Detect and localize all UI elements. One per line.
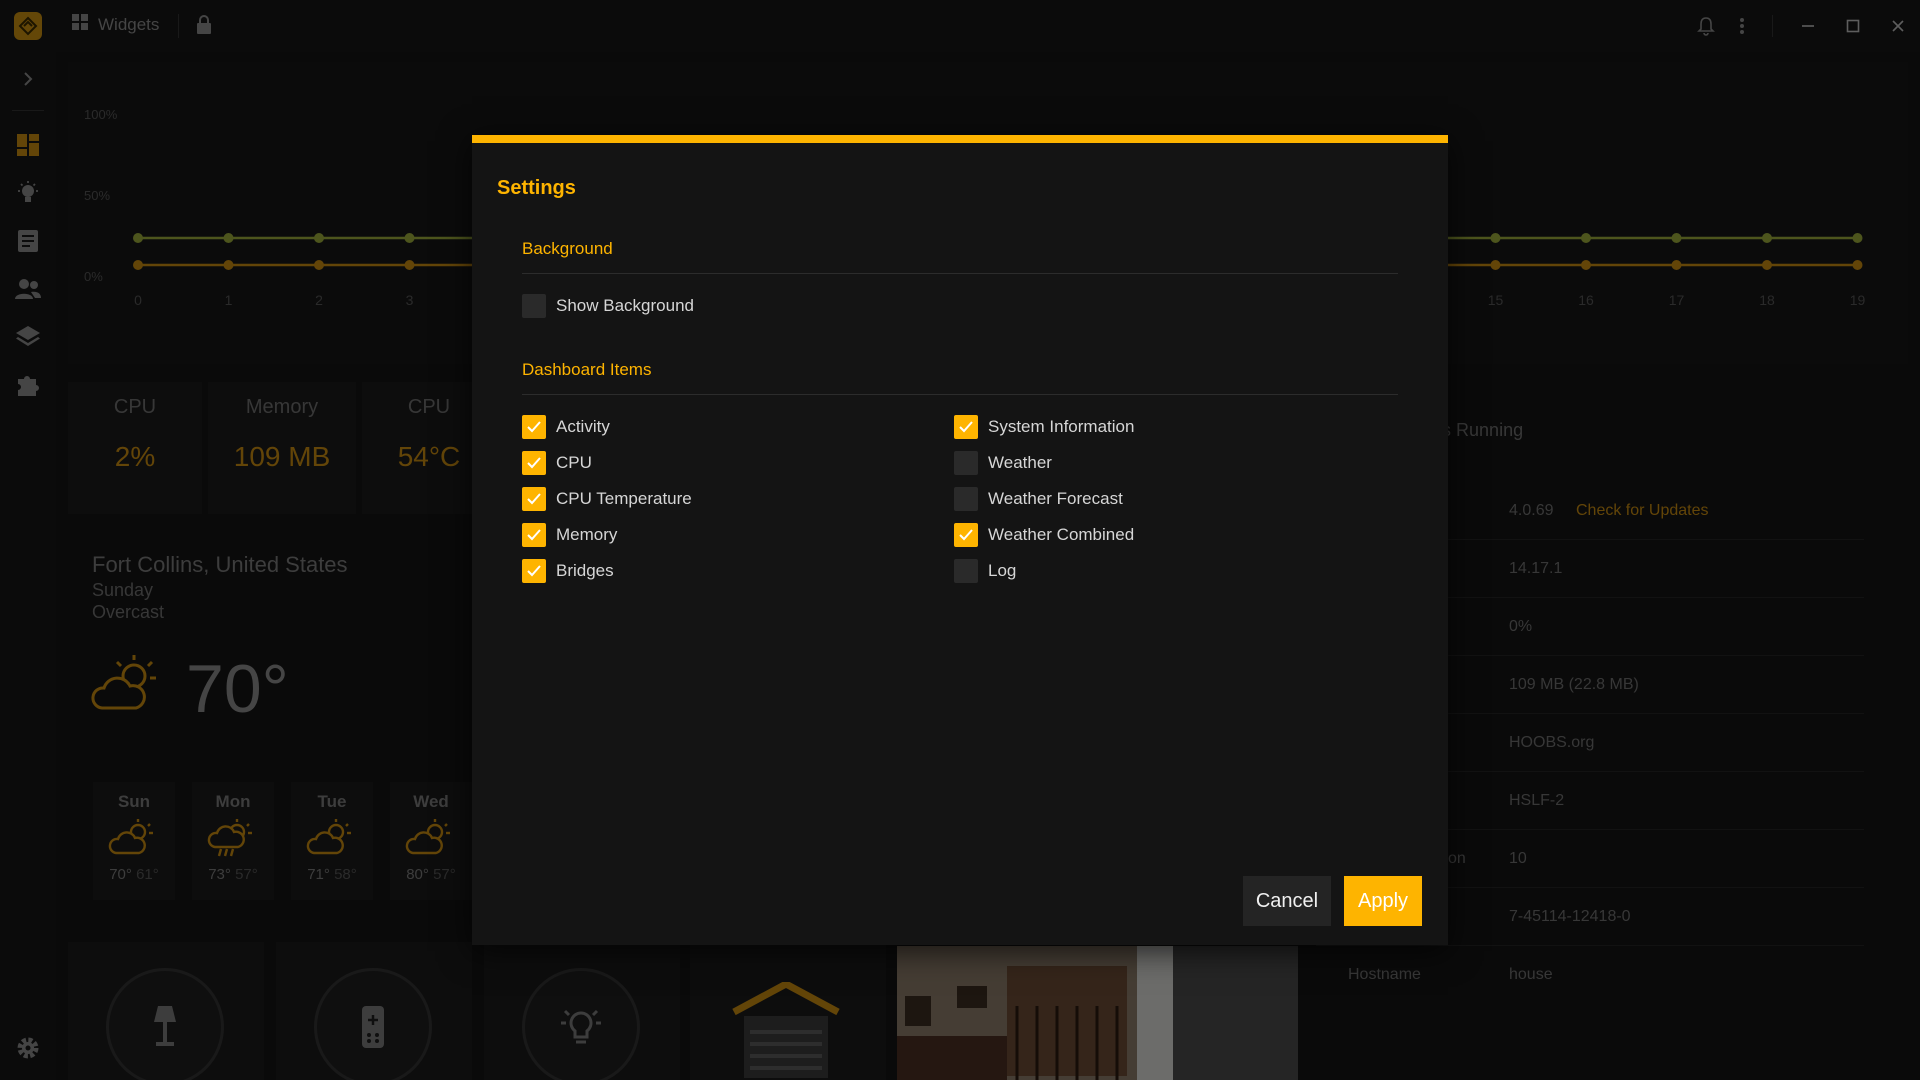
- checkmark-icon[interactable]: [522, 487, 546, 511]
- cpu-temperature-checkbox[interactable]: CPU Temperature: [522, 487, 692, 511]
- section-divider: [522, 273, 1398, 274]
- cpu-checkbox[interactable]: CPU: [522, 451, 592, 475]
- dashboard-items-section-title: Dashboard Items: [522, 360, 652, 379]
- weather-combined-checkbox[interactable]: Weather Combined: [954, 523, 1134, 547]
- checkbox-label: Show Background: [556, 296, 694, 315]
- checkbox-box[interactable]: [954, 451, 978, 475]
- section-divider: [522, 394, 1398, 395]
- show-background-checkbox[interactable]: Show Background: [522, 294, 694, 318]
- checkmark-icon[interactable]: [954, 415, 978, 439]
- checkbox-box[interactable]: [522, 294, 546, 318]
- checkbox-label: CPU: [556, 453, 592, 472]
- checkbox-label: Bridges: [556, 561, 614, 580]
- cancel-button[interactable]: Cancel: [1243, 876, 1331, 926]
- checkmark-icon[interactable]: [522, 559, 546, 583]
- dialog-title: Settings: [497, 177, 576, 199]
- checkbox-label: Log: [988, 561, 1017, 580]
- weather-checkbox[interactable]: Weather: [954, 451, 1052, 475]
- memory-checkbox[interactable]: Memory: [522, 523, 617, 547]
- app-window: Widgets: [0, 0, 1920, 1080]
- checkmark-icon[interactable]: [522, 451, 546, 475]
- checkbox-box[interactable]: [954, 559, 978, 583]
- checkmark-icon[interactable]: [522, 523, 546, 547]
- log-checkbox[interactable]: Log: [954, 559, 1016, 583]
- checkbox-label: Weather Forecast: [988, 489, 1123, 508]
- checkmark-icon[interactable]: [954, 523, 978, 547]
- settings-dialog: Settings Background Show Background Dash…: [472, 135, 1448, 945]
- checkbox-box[interactable]: [954, 487, 978, 511]
- activity-checkbox[interactable]: Activity: [522, 415, 610, 439]
- bridges-checkbox[interactable]: Bridges: [522, 559, 614, 583]
- weather-forecast-checkbox[interactable]: Weather Forecast: [954, 487, 1123, 511]
- system-information-checkbox[interactable]: System Information: [954, 415, 1134, 439]
- checkbox-label: System Information: [988, 417, 1135, 436]
- checkbox-label: Weather Combined: [988, 525, 1135, 544]
- checkbox-label: CPU Temperature: [556, 489, 692, 508]
- checkbox-label: Memory: [556, 525, 618, 544]
- apply-button[interactable]: Apply: [1344, 876, 1422, 926]
- background-section-title: Background: [522, 239, 613, 258]
- checkbox-label: Activity: [556, 417, 610, 436]
- checkmark-icon[interactable]: [522, 415, 546, 439]
- checkbox-label: Weather: [988, 453, 1052, 472]
